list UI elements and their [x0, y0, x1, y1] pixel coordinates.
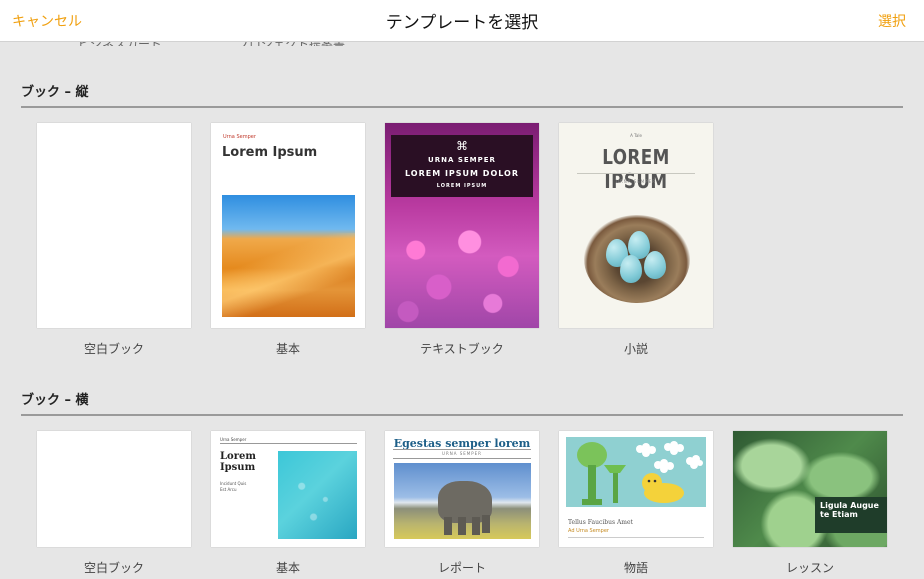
template-caption: 基本 — [275, 342, 300, 356]
template-thumbnail[interactable]: ⌘ URNA SEMPER LOREM IPSUM DOLOR LOREM IP… — [385, 123, 539, 328]
template-thumbnail[interactable]: Ligula Augue te Etiam — [733, 431, 887, 547]
cover-title-line: Ligula Augue — [820, 501, 879, 510]
cover-author: URNA SEMPER — [616, 179, 656, 184]
story-illustration-svg — [577, 441, 703, 505]
cover-title-box: Ligula Augue te Etiam — [815, 497, 887, 533]
template-thumbnail[interactable]: Tellus Faucibus Amet Ad Urna Semper — [559, 431, 713, 547]
cover-rule — [393, 449, 531, 450]
cover-subtitle: Incidunt Quis Est Arcu — [220, 481, 246, 493]
section-divider — [21, 106, 903, 108]
cover-title-line: Lorem — [220, 451, 256, 462]
page-title: テンプレートを選択 — [385, 13, 539, 33]
section-title-portrait: ブック – 縦 — [21, 85, 89, 100]
cover-rule — [577, 173, 695, 174]
cover-author: Urna Semper — [220, 437, 247, 442]
select-button[interactable]: 選択 — [878, 11, 906, 31]
template-thumbnail[interactable]: Urna Semper Lorem Ipsum Incidunt Quis Es… — [211, 431, 365, 547]
cover-rule — [220, 443, 357, 444]
template-caption: 小説 — [623, 342, 648, 356]
elephant-leg — [444, 517, 452, 535]
cover-rule — [393, 458, 531, 459]
section-title-landscape: ブック – 横 — [21, 393, 89, 408]
cover-line: URNA SEMPER — [428, 156, 496, 164]
template-caption: 基本 — [275, 561, 300, 575]
bird-nest-image — [584, 215, 690, 303]
cover-title: LOREM IPSUM DOLOR — [404, 169, 520, 178]
template-caption: 物語 — [623, 561, 648, 575]
desert-image — [222, 195, 355, 317]
cover-title-line: Ipsum — [220, 462, 256, 473]
story-illustration — [566, 437, 706, 507]
template-thumbnail[interactable]: Urna Semper Lorem Ipsum — [211, 123, 365, 328]
template-caption: レッスン — [785, 561, 834, 575]
template-caption: テキストブック — [420, 342, 504, 356]
cover-title: Lorem Ipsum — [222, 145, 318, 160]
template-caption: 空白ブック — [83, 561, 144, 575]
cover-title-line: te Etiam — [820, 510, 858, 519]
cover-subtitle-line: Est Arcu — [220, 487, 237, 492]
elephant-leg — [472, 517, 480, 535]
template-thumbnail[interactable] — [37, 431, 191, 547]
cover-rule — [568, 537, 704, 538]
cover-subtitle: Ad Urna Semper — [568, 528, 609, 534]
cover-title: LOREM IPSUM — [602, 145, 670, 193]
aerial-pool-image — [278, 451, 357, 539]
template-thumbnail[interactable] — [37, 123, 191, 328]
template-caption: 空白ブック — [83, 342, 144, 356]
nav-bar: キャンセル テンプレートを選択 選択 — [0, 0, 924, 42]
cover-title: Tellus Faucibus Amet — [568, 519, 633, 526]
egg — [644, 251, 666, 279]
cover-small-text: A Tale — [630, 133, 642, 138]
cover-author: URNA SEMPER — [442, 451, 482, 456]
cover-line: LOREM IPSUM — [436, 183, 488, 189]
template-caption: レポート — [437, 561, 486, 575]
command-icon: ⌘ — [456, 139, 468, 153]
cover-title: Lorem Ipsum — [220, 451, 256, 473]
elephant-leg — [458, 517, 466, 535]
cover-author: Urna Semper — [223, 134, 256, 140]
elephant-leg — [482, 515, 490, 533]
egg — [620, 255, 642, 283]
template-thumbnail[interactable]: Egestas semper lorem URNA SEMPER — [385, 431, 539, 547]
section-divider — [21, 414, 903, 416]
template-thumbnail[interactable]: A Tale LOREM IPSUM URNA SEMPER — [559, 123, 713, 328]
cover-title-box: ⌘ URNA SEMPER LOREM IPSUM DOLOR LOREM IP… — [391, 135, 533, 197]
elephant-image — [394, 463, 531, 539]
